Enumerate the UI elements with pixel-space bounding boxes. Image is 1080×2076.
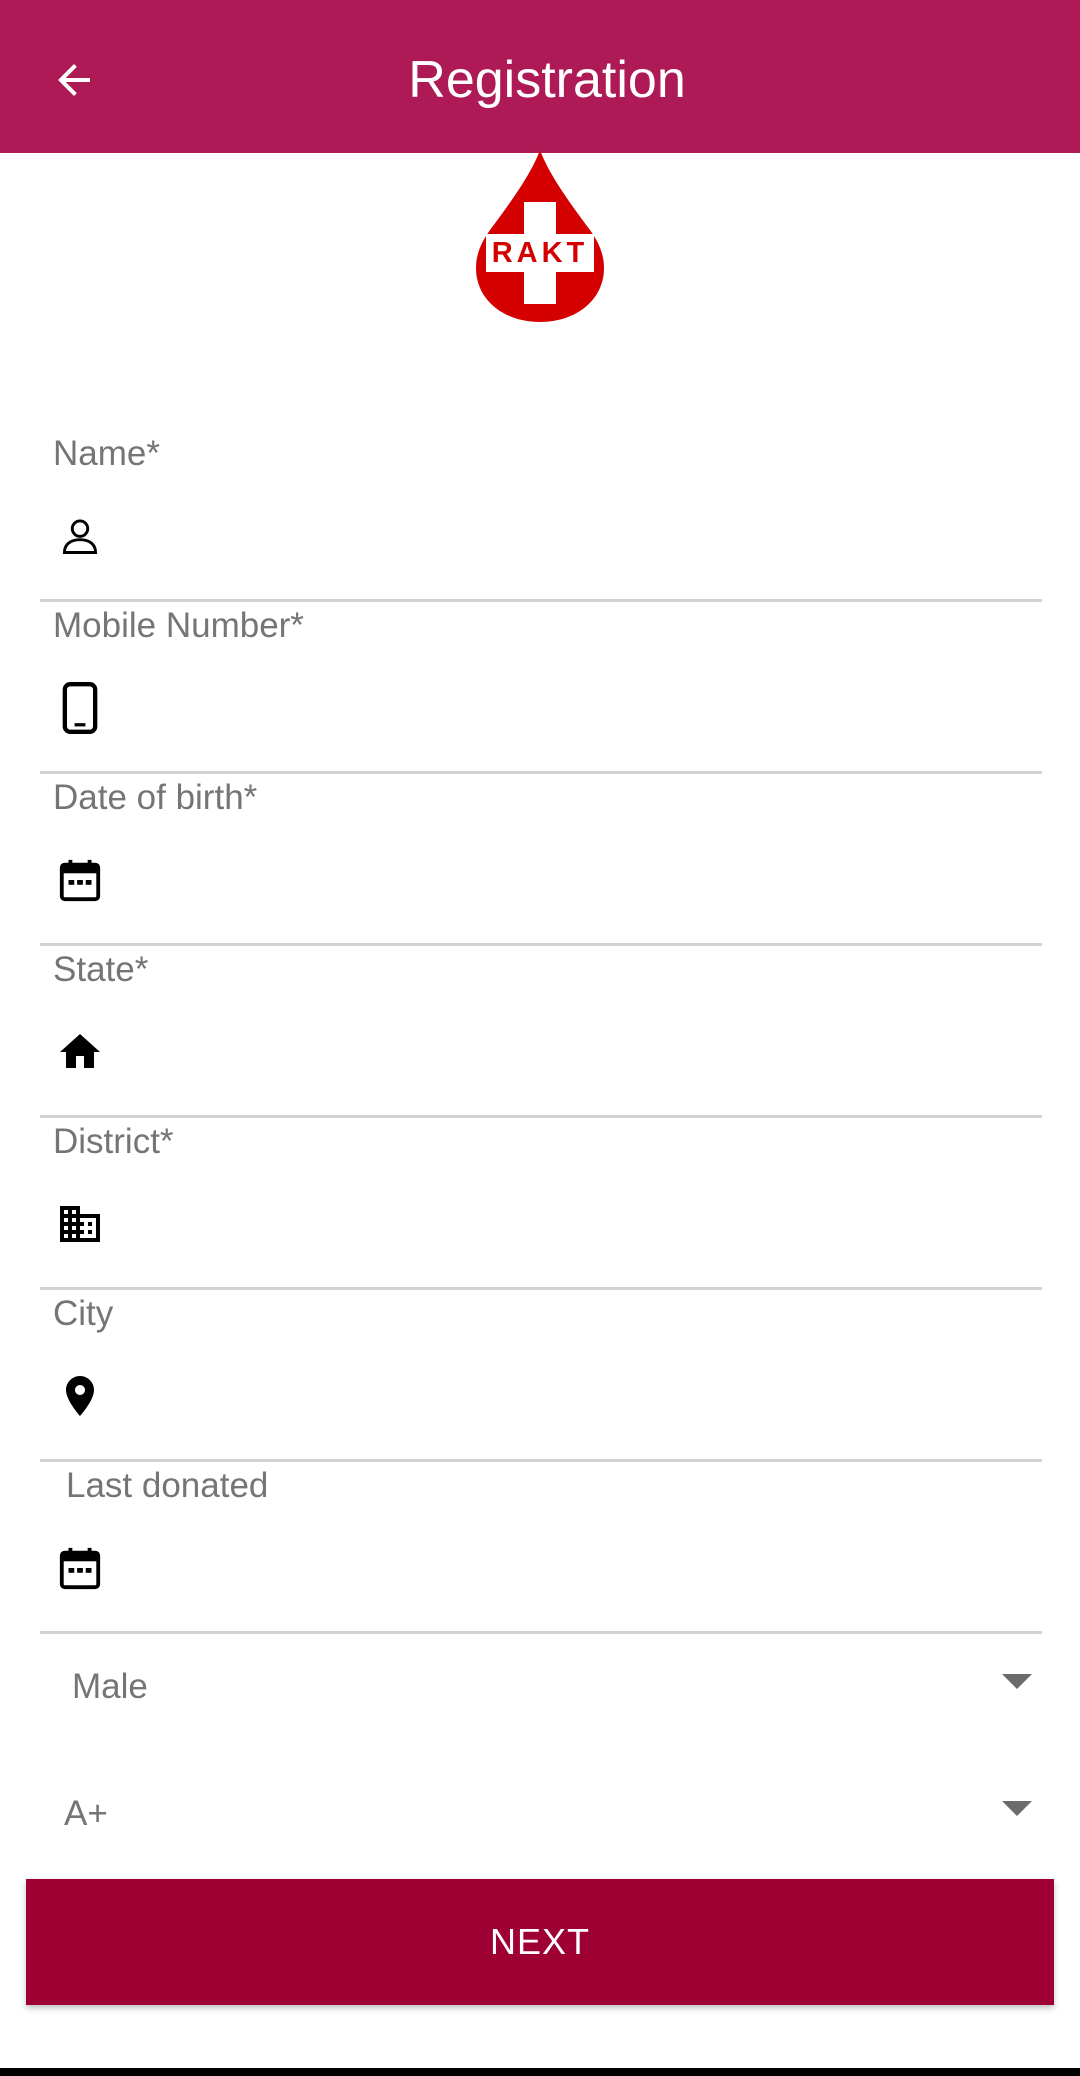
state-label: State*	[53, 950, 149, 989]
dropdown-arrow-icon	[1002, 1801, 1032, 1816]
gender-select-value: Male	[72, 1667, 148, 1706]
district-field: District*	[40, 1118, 1042, 1290]
name-input[interactable]	[140, 510, 1022, 568]
blood-group-select-value: A+	[64, 1794, 108, 1833]
svg-text:RAKT: RAKT	[492, 237, 589, 269]
name-field: Name*	[40, 430, 1042, 602]
state-field: State*	[40, 946, 1042, 1118]
mobile-number-input[interactable]	[140, 682, 1022, 740]
building-icon	[54, 1198, 106, 1250]
app-bar: Registration	[0, 0, 1080, 153]
blood-group-select[interactable]: A+	[40, 1769, 1042, 1859]
location-pin-icon	[54, 1370, 106, 1422]
person-icon	[54, 510, 106, 562]
page-title: Registration	[408, 51, 686, 109]
mobile-number-field: Mobile Number*	[40, 602, 1042, 774]
city-label: City	[53, 1294, 114, 1333]
phone-icon	[54, 682, 106, 734]
district-label: District*	[53, 1122, 174, 1161]
last-donated-input[interactable]	[140, 1542, 1022, 1600]
date-of-birth-field: Date of birth*	[40, 774, 1042, 946]
calendar-icon	[54, 1542, 106, 1594]
last-donated-label: Last donated	[66, 1466, 269, 1505]
gender-select[interactable]: Male	[40, 1642, 1042, 1732]
last-donated-field: Last donated	[40, 1462, 1042, 1634]
name-label: Name*	[53, 434, 160, 473]
city-input[interactable]	[140, 1370, 1022, 1428]
date-of-birth-label: Date of birth*	[53, 778, 258, 817]
mobile-number-label: Mobile Number*	[53, 606, 304, 645]
dropdown-arrow-icon	[1002, 1674, 1032, 1689]
date-of-birth-input[interactable]	[140, 854, 1022, 912]
home-icon	[54, 1026, 106, 1078]
calendar-icon	[54, 854, 106, 906]
state-input[interactable]	[140, 1026, 1022, 1084]
next-button[interactable]: NEXT	[26, 1879, 1054, 2005]
district-input[interactable]	[140, 1198, 1022, 1256]
city-field: City	[40, 1290, 1042, 1462]
rakt-logo: RAKT	[474, 150, 606, 322]
bottom-edge	[0, 2068, 1080, 2076]
